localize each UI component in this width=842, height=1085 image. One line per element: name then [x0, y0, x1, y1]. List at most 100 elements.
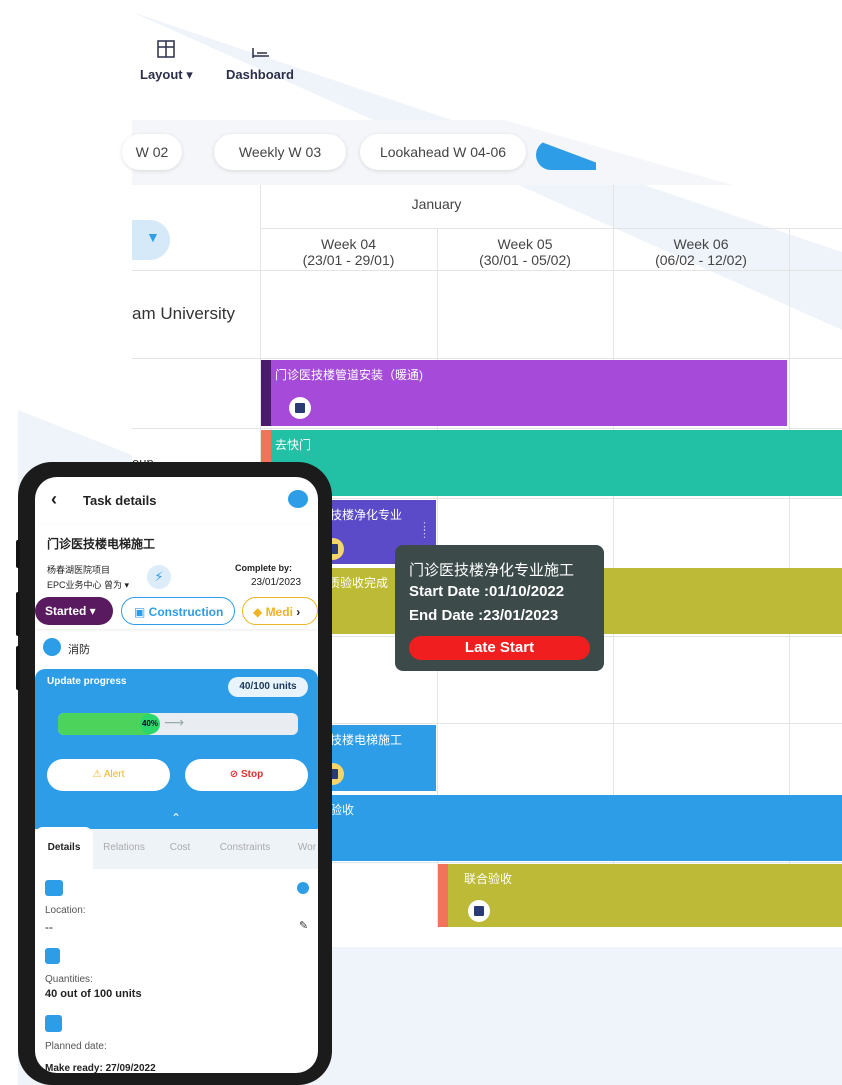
building-icon [289, 397, 311, 419]
grid-line [132, 428, 842, 429]
complete-by-label: Complete by: [235, 563, 293, 573]
task-bar-label: 质验收完成 [328, 576, 389, 590]
layout-label: Layout [140, 67, 183, 82]
database-icon [45, 948, 60, 964]
week-name: Week 05 [497, 236, 553, 252]
row-label: am University [132, 304, 235, 323]
phone-side-button [16, 540, 20, 568]
task-bar[interactable]: 去快门 [261, 430, 842, 496]
week-chip-w02[interactable]: W 02 [122, 134, 182, 170]
dashboard-menu[interactable]: Dashboard [226, 40, 294, 82]
tab-constraints[interactable]: Constraints [205, 827, 285, 869]
task-bar-label: 技楼净化专业 [330, 508, 403, 522]
phone-side-button [16, 646, 20, 690]
planned-date-label: Planned date: [45, 1041, 107, 1052]
task-bar[interactable]: 验收 [300, 795, 842, 861]
chat-icon[interactable] [288, 490, 308, 508]
layout-menu[interactable]: Layout ▾ [140, 40, 193, 83]
tooltip-start-date: Start Date :01/10/2022 [409, 583, 565, 600]
grid-line [260, 862, 842, 863]
chevron-down-icon: ▾ [124, 580, 130, 590]
quantities-value: 40 out of 100 units [45, 988, 142, 1000]
tab-cost[interactable]: Cost [155, 827, 205, 869]
tab-work[interactable]: Wor [287, 827, 318, 869]
status-pill[interactable]: Started ▾ [35, 597, 113, 625]
chevron-down-icon: ▼ [146, 229, 160, 245]
task-bar[interactable]: 联合验收 [438, 864, 842, 927]
bell-alert-icon: ⚠ [92, 769, 102, 780]
tab-details[interactable]: Details [35, 827, 93, 869]
dashboard-label: Dashboard [226, 67, 294, 82]
category-pill[interactable]: ▣ Construction [121, 597, 235, 625]
chevron-down-icon: ▾ [186, 67, 193, 82]
grid-line [260, 723, 842, 724]
make-ready-value: Make ready: 27/09/2022 [45, 1063, 156, 1073]
progress-knob[interactable]: 40% [140, 714, 160, 734]
task-bar-label: 去快门 [275, 438, 312, 452]
units-badge-text: 40/100 units [239, 681, 297, 692]
week-chip-weekly[interactable]: Weekly W 03 [214, 134, 346, 170]
complete-by-date: 23/01/2023 [251, 577, 302, 588]
tooltip-title: 门诊医技楼净化专业施工 [409, 562, 575, 579]
org-label: EPC业务中心 曾为 [47, 580, 123, 590]
task-tooltip: 门诊医技楼净化专业施工 Start Date :01/10/2022 End D… [395, 545, 604, 671]
month-header: January [411, 196, 462, 212]
week-range: (06/02 - 12/02) [655, 252, 747, 268]
bar-edge [438, 864, 448, 927]
tooltip-end-date: End Date :23/01/2023 [409, 607, 559, 624]
quantities-label: Quantities: [45, 974, 93, 985]
drag-handle[interactable]: ⋮ ⋮ [419, 522, 430, 540]
trade-label: 消防 [68, 644, 90, 656]
stop-button[interactable]: ⊘ Stop [185, 759, 308, 791]
update-progress-label: Update progress [47, 676, 127, 687]
back-arrow-icon[interactable]: ‹ [51, 489, 57, 510]
edit-pencil-icon[interactable]: ✎ [299, 919, 308, 932]
location-label: Location: [45, 905, 86, 916]
building-icon [468, 900, 490, 922]
week-name: Week 06 [673, 236, 729, 252]
week-range: (30/01 - 05/02) [479, 252, 571, 268]
task-bar-label: 技楼电梯施工 [330, 733, 403, 747]
chevron-up-icon[interactable]: ⌃ [171, 811, 181, 825]
grid-line [260, 498, 842, 499]
week-range: (23/01 - 29/01) [302, 252, 395, 268]
task-bar-label: 门诊医技楼管道安装（暖通) [275, 368, 423, 382]
layout-icon [157, 40, 176, 58]
priority-pill[interactable]: ◆ Medi › [242, 597, 318, 625]
calendar-icon [45, 1015, 62, 1032]
dashboard-icon [252, 48, 269, 58]
late-start-badge: Late Start [409, 636, 590, 660]
stop-label: Stop [240, 769, 264, 780]
project-name: 杨春湖医院项目 [47, 565, 111, 575]
map-pin-icon [45, 880, 63, 896]
task-bar[interactable]: 门诊医技楼管道安装（暖通) [261, 360, 787, 426]
week-header-04: Week 04 (23/01 - 29/01) [260, 236, 437, 268]
phone-screen: ‹ Task details 门诊医技楼电梯施工 杨春湖医院项目 EPC业务中心… [35, 477, 318, 1073]
location-value: -- [45, 920, 53, 934]
units-badge: 40/100 units [228, 677, 308, 697]
progress-bar-track[interactable]: 40% ⟶ [58, 713, 298, 735]
arrow-right-icon: ⟶ [164, 714, 185, 730]
task-name: 门诊医技楼电梯施工 [47, 537, 156, 551]
alert-label: Alert [103, 769, 125, 780]
wrench-icon [43, 638, 61, 656]
phone-side-button [16, 592, 20, 636]
bar-edge [261, 360, 271, 426]
alert-button[interactable]: ⚠ Alert [47, 759, 170, 791]
grid-line [260, 228, 842, 229]
info-icon[interactable] [297, 882, 309, 894]
week-chip-lookahead[interactable]: Lookahead W 04-06 [360, 134, 526, 170]
priority-label: Medi [265, 605, 293, 619]
stop-icon: ⊘ [229, 769, 239, 780]
grid-line [132, 270, 842, 271]
task-bar-label: 验收 [330, 803, 355, 817]
org-selector[interactable]: EPC业务中心 曾为 ▾ [47, 578, 129, 591]
week-header-05: Week 05 (30/01 - 05/02) [437, 236, 613, 268]
week-name: Week 04 [321, 236, 376, 252]
status-label: Started [45, 604, 87, 618]
task-bar-label: 联合验收 [464, 872, 513, 886]
grid-line [132, 358, 842, 359]
category-label: Construction [148, 605, 224, 619]
lightning-icon[interactable]: ⚡ [147, 565, 171, 589]
tab-relations[interactable]: Relations [93, 827, 155, 869]
